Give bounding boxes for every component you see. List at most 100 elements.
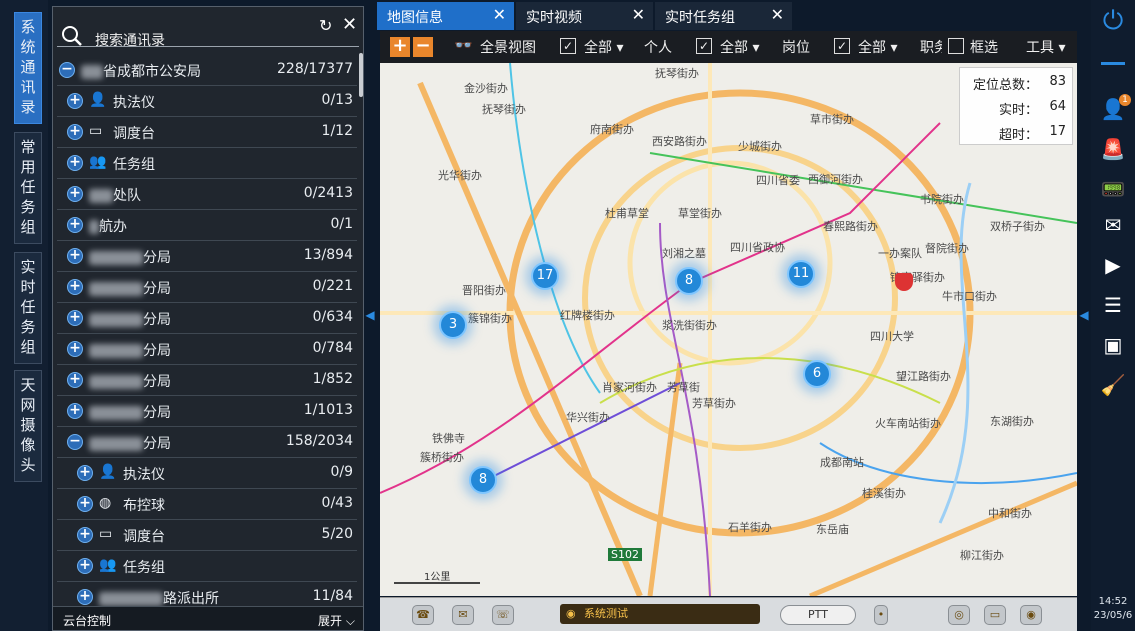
tree-row[interactable]: + 分局 0/634 (57, 303, 357, 334)
screen-icon[interactable]: ▭ (984, 605, 1006, 625)
cluster-marker[interactable]: 6 (803, 360, 831, 388)
collapse-icon[interactable]: − (59, 62, 75, 78)
tree-row[interactable]: + ▭ 调度台 5/20 (57, 520, 357, 551)
expand-icon[interactable]: + (67, 341, 83, 357)
tree-row[interactable]: + 分局 1/1013 (57, 396, 357, 427)
zoom-in-button[interactable]: + (390, 37, 410, 57)
map-view[interactable]: 抚琴街办 金沙街办 抚琴街办 府南街办 西安路街办 少城街办 草市街办 光华街办 四川省委 西御河… (380, 63, 1077, 596)
record-icon[interactable]: ◎ (948, 605, 970, 625)
tree-row[interactable]: + 分局 0/221 (57, 272, 357, 303)
expand-icon[interactable]: + (77, 558, 93, 574)
cluster-marker[interactable]: 8 (469, 466, 497, 494)
video-icon[interactable]: ▶ (1099, 252, 1127, 278)
ring-road-2 (582, 145, 898, 451)
image-icon[interactable]: ▣ (1099, 332, 1127, 358)
search-input[interactable]: 搜索通讯录 (95, 30, 165, 50)
expand-icon[interactable]: + (77, 527, 93, 543)
nav-realtime-taskgroup[interactable]: 实时任务组 (14, 252, 42, 364)
mail-icon[interactable]: ✉ (1099, 212, 1127, 238)
cluster-marker[interactable]: 8 (675, 267, 703, 295)
bottom-control-bar: ☎ ✉ ☏ ◉ 系统测试 PTT • ◎ ▭ ◉ (380, 597, 1077, 631)
place-label: 少城街办 (738, 140, 782, 153)
filter1-select[interactable]: 全部 ▾ (584, 37, 623, 57)
place-label: 双桥子街办 (990, 220, 1045, 233)
ptz-control-label[interactable]: 云台控制 (63, 612, 111, 629)
settings-sliders-icon[interactable]: ☰ (1099, 292, 1127, 318)
checkbox-post[interactable]: ✓ (696, 38, 712, 54)
expand-icon[interactable]: + (77, 496, 93, 512)
person-icon: 👤 (89, 92, 107, 108)
mic-icon[interactable]: • (874, 605, 888, 625)
close-icon[interactable]: ✕ (493, 5, 506, 24)
tree-row[interactable]: + 👥 任务组 (57, 551, 357, 582)
tree-row[interactable]: + 👤 执法仪 0/13 (57, 86, 357, 117)
close-icon[interactable]: ✕ (342, 14, 357, 35)
camera-icon[interactable]: ◉ (1020, 605, 1042, 625)
close-icon[interactable]: ✕ (771, 5, 784, 24)
filter2-select[interactable]: 全部 ▾ (720, 37, 759, 57)
tab-realtime-taskgroup[interactable]: 实时任务组 ✕ (655, 2, 793, 30)
tree-row[interactable]: + 👤 执法仪 0/9 (57, 458, 357, 489)
tree-row[interactable]: − 分局 158/2034 (57, 427, 357, 458)
expand-icon[interactable]: + (77, 465, 93, 481)
tab-map-info[interactable]: 地图信息 ✕ (377, 2, 515, 30)
tree-row-label: 任务组 (123, 560, 165, 576)
nav-common-taskgroup[interactable]: 常用任务组 (14, 132, 42, 244)
expand-icon[interactable]: + (67, 403, 83, 419)
collapse-icon[interactable]: − (67, 434, 83, 450)
redacted-text (81, 65, 103, 79)
alarm-light-icon[interactable]: 🚨 (1099, 136, 1127, 162)
box-select-button[interactable]: 框选 (970, 37, 998, 57)
collapse-right-arrow-icon[interactable]: ◀ (1078, 290, 1090, 340)
ptt-button[interactable]: PTT (780, 605, 856, 625)
tree-row[interactable]: + 分局 1/852 (57, 365, 357, 396)
broom-icon[interactable]: 🧹 (1099, 372, 1127, 398)
tools-menu[interactable]: 工具 ▾ (1026, 37, 1065, 57)
expand-icon[interactable]: + (67, 155, 83, 171)
cluster-marker[interactable]: 17 (531, 262, 559, 290)
tree-row[interactable]: + 处队 0/2413 (57, 179, 357, 210)
cluster-marker[interactable]: 3 (439, 311, 467, 339)
tree-row[interactable]: + 航办 0/1 (57, 210, 357, 241)
police-unit-marker-icon[interactable] (895, 273, 913, 291)
checkbox-personal[interactable]: ✓ (560, 38, 576, 54)
tree-root-row[interactable]: − 省成都市公安局 228/17377 (57, 55, 357, 86)
zoom-out-button[interactable]: − (413, 37, 433, 57)
filter3-select[interactable]: 全部 ▾ (858, 37, 897, 57)
nav-system-contacts[interactable]: 系统通讯录 (14, 12, 42, 124)
message-icon[interactable]: ✉ (452, 605, 474, 625)
expand-icon[interactable]: + (67, 248, 83, 264)
expand-icon[interactable]: + (67, 124, 83, 140)
tree-row[interactable]: + ◍ 布控球 0/43 (57, 489, 357, 520)
collapse-left-arrow-icon[interactable]: ◀ (364, 290, 376, 340)
radio-icon[interactable]: 📟 (1099, 176, 1127, 202)
power-icon[interactable]: ⏻ (1099, 8, 1127, 34)
box-select-icon[interactable] (948, 38, 964, 54)
tree-scrollbar[interactable] (359, 53, 363, 97)
refresh-icon[interactable]: ↻ (319, 16, 332, 35)
tree-row[interactable]: + 分局 0/784 (57, 334, 357, 365)
tree-row[interactable]: + 分局 13/894 (57, 241, 357, 272)
call-icon[interactable]: ☏ (492, 605, 514, 625)
expand-icon[interactable]: + (67, 217, 83, 233)
tree-row[interactable]: + ▭ 调度台 1/12 (57, 117, 357, 148)
close-icon[interactable]: ✕ (632, 5, 645, 24)
redacted-text (89, 437, 143, 451)
checkbox-duty[interactable]: ✓ (834, 38, 850, 54)
place-label: 一办案队 (878, 247, 922, 260)
expand-icon[interactable]: + (67, 372, 83, 388)
tab-bar: 地图信息 ✕ 实时视频 ✕ 实时任务组 ✕ (377, 2, 1077, 30)
expand-icon[interactable]: + (67, 279, 83, 295)
tree-row[interactable]: + 👥 任务组 (57, 148, 357, 179)
tree-row-count: 0/1 (330, 216, 353, 232)
full-view-button[interactable]: 全景视图 (480, 37, 536, 57)
expand-icon[interactable]: + (67, 310, 83, 326)
phone-icon[interactable]: ☎ (412, 605, 434, 625)
expand-icon[interactable]: + (77, 589, 93, 605)
expand-icon[interactable]: + (67, 186, 83, 202)
nav-skynet-camera[interactable]: 天网摄像头 (14, 370, 42, 482)
expand-icon[interactable]: + (67, 93, 83, 109)
expand-button[interactable]: 展开 ⌵ (318, 612, 355, 629)
cluster-marker[interactable]: 11 (787, 260, 815, 288)
tab-live-video[interactable]: 实时视频 ✕ (516, 2, 654, 30)
